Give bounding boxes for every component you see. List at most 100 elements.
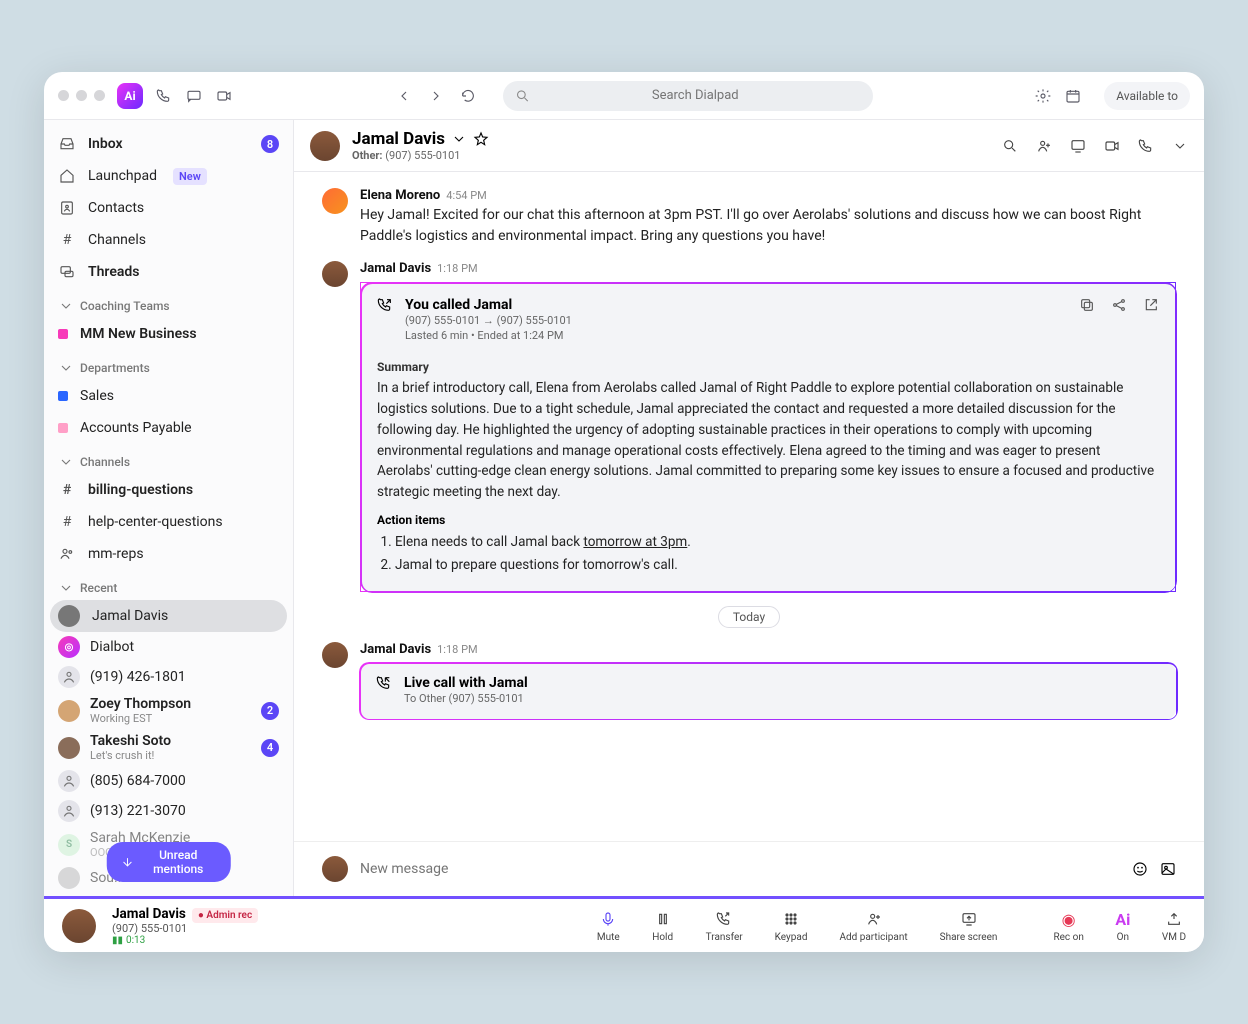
color-swatch-icon	[58, 423, 68, 433]
message-icon[interactable]	[185, 87, 203, 105]
phone-icon[interactable]	[1138, 138, 1154, 154]
live-call-card[interactable]: Live call with Jamal To Other (907) 555-…	[360, 663, 1176, 718]
ai-icon: Ai	[1112, 908, 1134, 930]
nav-inbox[interactable]: Inbox8	[44, 128, 293, 160]
share-icon[interactable]	[1111, 297, 1127, 313]
phone-icon[interactable]	[155, 87, 173, 105]
record-icon: ◉	[1058, 908, 1080, 930]
nav-threads[interactable]: Threads	[44, 256, 293, 288]
chat-subtitle: Other: (907) 555-0101	[352, 149, 489, 162]
coaching-item[interactable]: MM New Business	[44, 318, 293, 350]
phone-live-icon	[376, 675, 392, 691]
screen-icon[interactable]	[1070, 138, 1086, 154]
video-icon[interactable]	[1104, 138, 1120, 154]
contacts-icon	[58, 200, 76, 216]
person-icon	[58, 666, 80, 688]
search-bar[interactable]	[503, 81, 873, 111]
call-summary-card: You called Jamal (907) 555-0101 → (907) …	[360, 282, 1176, 592]
recent-item[interactable]: (919) 426-1801	[44, 662, 293, 692]
open-icon[interactable]	[1143, 297, 1159, 313]
chat-header: Jamal Davis Other: (907) 555-0101	[294, 120, 1204, 172]
message-input[interactable]	[360, 861, 1120, 877]
forward-icon[interactable]	[427, 87, 445, 105]
voicemail-icon	[1163, 908, 1185, 930]
back-icon[interactable]	[395, 87, 413, 105]
live-title: Live call with Jamal	[404, 675, 528, 691]
rec-indicator[interactable]: ◉Rec on	[1053, 908, 1083, 943]
hold-button[interactable]: Hold	[652, 908, 674, 943]
ai-indicator[interactable]: AiOn	[1112, 908, 1134, 943]
refresh-icon[interactable]	[459, 87, 477, 105]
channel-billing[interactable]: #billing-questions	[44, 474, 293, 506]
chat-title[interactable]: Jamal Davis	[352, 129, 489, 149]
message-body: Hey Jamal! Excited for our chat this aft…	[360, 205, 1176, 247]
date-divider: Today	[322, 606, 1176, 628]
recent-jamal[interactable]: Jamal Davis	[50, 600, 287, 632]
main-pane: Jamal Davis Other: (907) 555-0101 Elena	[294, 120, 1204, 896]
search-input[interactable]	[530, 88, 861, 103]
color-swatch-icon	[58, 391, 68, 401]
transfer-button[interactable]: Transfer	[706, 908, 743, 943]
keypad-icon	[780, 908, 802, 930]
recent-item[interactable]: (913) 221-3070	[44, 796, 293, 826]
recent-zoey[interactable]: Zoey ThompsonWorking EST2	[44, 692, 293, 729]
color-swatch-icon	[58, 329, 68, 339]
live-sub: To Other (907) 555-0101	[404, 691, 528, 706]
unread-mentions-button[interactable]: Unread mentions	[106, 842, 231, 882]
person-icon	[58, 800, 80, 822]
section-channels[interactable]: Channels	[44, 444, 293, 474]
recent-dialbot[interactable]: ◎Dialbot	[44, 632, 293, 662]
star-icon[interactable]	[473, 131, 489, 147]
avatar	[58, 867, 80, 889]
avatar: ◎	[58, 636, 80, 658]
chevron-down-icon	[58, 298, 74, 314]
action-items: Elena needs to call Jamal back tomorrow …	[377, 531, 1159, 577]
calendar-icon[interactable]	[1064, 87, 1082, 105]
add-person-icon[interactable]	[1036, 138, 1052, 154]
dept-sales[interactable]: Sales	[44, 380, 293, 412]
mute-button[interactable]: Mute	[597, 908, 620, 943]
message-time: 4:54 PM	[446, 189, 486, 202]
nav-launchpad[interactable]: LaunchpadNew	[44, 160, 293, 192]
unread-badge: 4	[261, 739, 279, 757]
inbox-icon	[58, 136, 76, 152]
video-icon[interactable]	[215, 87, 233, 105]
copy-icon[interactable]	[1079, 297, 1095, 313]
nav-channels[interactable]: #Channels	[44, 224, 293, 256]
message-time: 1:18 PM	[437, 643, 477, 656]
message: Elena Moreno4:54 PM Hey Jamal! Excited f…	[322, 188, 1176, 247]
search-icon	[515, 88, 530, 104]
avatar	[322, 856, 348, 882]
window-controls[interactable]	[58, 90, 105, 101]
availability-pill[interactable]: Available to	[1104, 82, 1190, 110]
channel-mmreps[interactable]: mm-reps	[44, 538, 293, 570]
pause-icon	[652, 908, 674, 930]
section-coaching[interactable]: Coaching Teams	[44, 288, 293, 318]
message-time: 1:18 PM	[437, 262, 477, 275]
vm-button[interactable]: VM D	[1162, 908, 1186, 943]
titlebar: Ai Available to	[44, 72, 1204, 120]
section-departments[interactable]: Departments	[44, 350, 293, 380]
channel-help[interactable]: #help-center-questions	[44, 506, 293, 538]
recent-takeshi[interactable]: Takeshi SotoLet's crush it!4	[44, 729, 293, 766]
section-recent[interactable]: Recent	[44, 570, 293, 600]
active-call-bar: Jamal Davis● Admin rec (907) 555-0101 ▮▮…	[44, 896, 1204, 952]
app-logo: Ai	[117, 83, 143, 109]
call-name: Jamal Davis	[112, 906, 186, 922]
settings-icon[interactable]	[1034, 87, 1052, 105]
dept-ap[interactable]: Accounts Payable	[44, 412, 293, 444]
add-participant-button[interactable]: Add participant	[839, 908, 907, 943]
inbox-badge: 8	[261, 135, 279, 153]
screen-share-icon	[958, 908, 980, 930]
call-timer: ▮▮ 0:13	[112, 935, 258, 946]
recent-item[interactable]: (805) 684-7000	[44, 766, 293, 796]
search-icon[interactable]	[1002, 138, 1018, 154]
chevron-down-icon	[451, 131, 467, 147]
chevron-down-icon[interactable]	[1172, 138, 1188, 154]
keypad-button[interactable]: Keypad	[775, 908, 808, 943]
emoji-icon[interactable]	[1132, 861, 1148, 877]
hash-icon: #	[58, 482, 76, 498]
image-icon[interactable]	[1160, 861, 1176, 877]
share-screen-button[interactable]: Share screen	[940, 908, 998, 943]
nav-contacts[interactable]: Contacts	[44, 192, 293, 224]
